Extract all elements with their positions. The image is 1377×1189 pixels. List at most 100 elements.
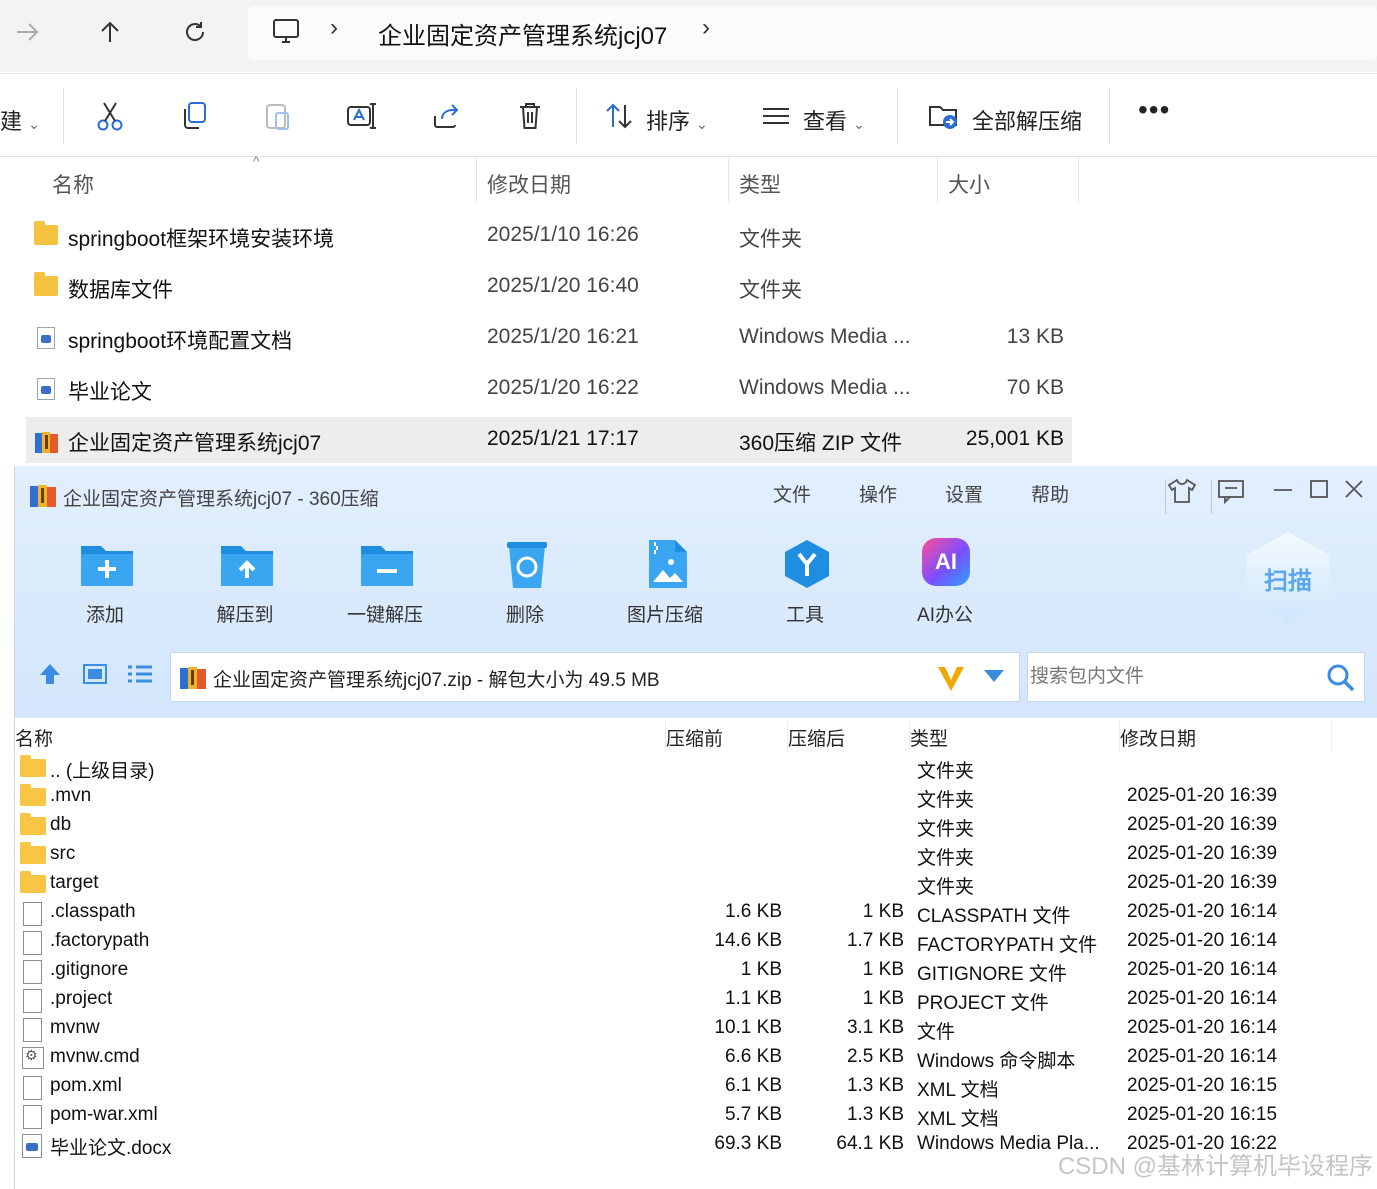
extract-folder-icon[interactable] <box>926 98 962 134</box>
archive-row[interactable]: mvnw 10.1 KB 3.1 KB 文件 2025-01-20 16:14 <box>15 1015 1377 1044</box>
list-view-icon[interactable] <box>127 664 153 684</box>
archive-path-box[interactable]: 企业固定资产管理系统jcj07.zip - 解包大小为 49.5 MB <box>170 652 1020 702</box>
computer-monitor-icon <box>272 17 300 45</box>
archive-row[interactable]: mvnw.cmd 6.6 KB 2.5 KB Windows 命令脚本 2025… <box>15 1044 1377 1073</box>
archive-row[interactable]: .. (上级目录) 文件夹 <box>15 754 1377 783</box>
zip-column-before[interactable]: 压缩前 <box>666 724 723 751</box>
column-divider <box>1119 720 1120 752</box>
file-type: Windows Media ... <box>739 325 911 348</box>
archive-row[interactable]: .gitignore 1 KB 1 KB GITIGNORE 文件 2025-0… <box>15 957 1377 986</box>
column-divider <box>728 157 729 203</box>
file-row[interactable]: 毕业论文 2025/1/20 16:22 Windows Media ... 7… <box>26 366 1072 412</box>
sort-ascending-caret-icon: ^ <box>253 153 260 169</box>
archive-row[interactable]: db 文件夹 2025-01-20 16:39 <box>15 812 1377 841</box>
share-icon[interactable] <box>428 98 464 134</box>
file-row[interactable]: springboot框架环境安装环境 2025/1/10 16:26 文件夹 <box>26 213 1072 259</box>
trash-icon[interactable] <box>512 98 548 134</box>
file-row[interactable]: 数据库文件 2025/1/20 16:40 文件夹 <box>26 264 1072 310</box>
archive-row[interactable]: src 文件夹 2025-01-20 16:39 <box>15 841 1377 870</box>
minimize-icon[interactable] <box>1272 478 1294 500</box>
extract-all-button[interactable]: 全部解压缩 <box>972 104 1082 136</box>
close-icon[interactable] <box>1343 478 1365 500</box>
archive-path-text: 企业固定资产管理系统jcj07.zip - 解包大小为 49.5 MB <box>213 670 660 691</box>
chevron-right-icon[interactable]: › <box>702 14 710 42</box>
thumbnail-view-icon[interactable] <box>83 664 107 684</box>
skin-shirt-icon[interactable] <box>1167 478 1197 504</box>
search-input[interactable] <box>1028 653 1318 701</box>
entry-date: 2025-01-20 16:39 <box>1127 843 1278 864</box>
go-up-arrow-icon[interactable] <box>37 662 63 686</box>
file-icon <box>20 960 46 984</box>
tools-icon <box>779 538 833 588</box>
image-compress-icon <box>639 538 693 588</box>
document-icon <box>34 378 58 400</box>
zip-column-type[interactable]: 类型 <box>910 724 948 751</box>
entry-date: 2025-01-20 16:14 <box>1127 901 1278 922</box>
archive-row[interactable]: pom.xml 6.1 KB 1.3 KB XML 文档 2025-01-20 … <box>15 1073 1377 1102</box>
folder-icon <box>34 221 58 247</box>
column-modified[interactable]: 修改日期 <box>487 169 571 199</box>
chevron-right-icon[interactable]: › <box>330 14 338 42</box>
scan-button[interactable]: 扫描 <box>1247 532 1329 624</box>
paste-icon[interactable] <box>260 98 296 134</box>
menu-operation[interactable]: 操作 <box>859 480 897 507</box>
one-click-extract-button[interactable]: 一键解压 <box>335 538 435 628</box>
file-row-selected[interactable]: 企业固定资产管理系统jcj07 2025/1/21 17:17 360压缩 ZI… <box>26 417 1072 463</box>
tools-button[interactable]: 工具 <box>755 538 855 628</box>
breadcrumb-current-folder[interactable]: 企业固定资产管理系统jcj07 <box>378 16 667 51</box>
archive-row[interactable]: .project 1.1 KB 1 KB PROJECT 文件 2025-01-… <box>15 986 1377 1015</box>
zip-archive-icon <box>34 429 58 453</box>
file-name: springboot环境配置文档 <box>68 330 293 353</box>
zip-column-name[interactable]: 名称 <box>15 724 53 751</box>
ai-office-button[interactable]: AI AI办公 <box>895 538 995 628</box>
archive-row[interactable]: .classpath 1.6 KB 1 KB CLASSPATH 文件 2025… <box>15 899 1377 928</box>
delete-button[interactable]: 删除 <box>475 538 575 628</box>
archive-row[interactable]: pom-war.xml 5.7 KB 1.3 KB XML 文档 2025-01… <box>15 1102 1377 1131</box>
zip-column-modified[interactable]: 修改日期 <box>1120 724 1196 751</box>
cut-icon[interactable] <box>92 98 128 134</box>
view-button[interactable]: 查看 ⌄ <box>803 104 865 136</box>
v-logo-icon[interactable] <box>936 663 966 693</box>
new-button-label[interactable]: 建 ⌄ <box>0 104 40 136</box>
toolbar-divider <box>576 88 577 144</box>
forward-arrow-icon[interactable] <box>6 12 50 52</box>
menu-file[interactable]: 文件 <box>773 480 811 507</box>
watermark: CSDN @基林计算机毕设程序 <box>1057 1153 1373 1180</box>
up-arrow-icon[interactable] <box>88 12 132 52</box>
search-icon[interactable] <box>1326 663 1356 693</box>
entry-type: 文件夹 <box>917 877 975 898</box>
archive-row[interactable]: target 文件夹 2025-01-20 16:39 <box>15 870 1377 899</box>
archive-row[interactable]: .factorypath 14.6 KB 1.7 KB FACTORYPATH … <box>15 928 1377 957</box>
file-date: 2025/1/21 17:17 <box>487 427 639 450</box>
dropdown-triangle-icon[interactable] <box>983 669 1005 683</box>
sort-icon[interactable] <box>601 98 637 134</box>
column-size[interactable]: 大小 <box>948 169 990 199</box>
column-divider <box>665 720 666 752</box>
file-row[interactable]: springboot环境配置文档 2025/1/20 16:21 Windows… <box>26 315 1072 361</box>
column-type[interactable]: 类型 <box>739 169 781 199</box>
search-archive-box[interactable] <box>1027 652 1365 702</box>
zip-column-after[interactable]: 压缩后 <box>788 724 845 751</box>
archive-row[interactable]: .mvn 文件夹 2025-01-20 16:39 <box>15 783 1377 812</box>
more-options-icon[interactable]: ••• <box>1138 94 1170 126</box>
column-name[interactable]: 名称 <box>52 169 94 199</box>
file-type: 文件夹 <box>739 279 802 302</box>
entry-name: .gitignore <box>50 959 129 980</box>
image-compress-button[interactable]: 图片压缩 <box>615 538 715 628</box>
sort-button[interactable]: 排序 ⌄ <box>646 104 708 136</box>
file-size: 13 KB <box>1006 325 1064 348</box>
extract-to-button[interactable]: 解压到 <box>195 538 295 628</box>
rename-icon[interactable] <box>344 98 380 134</box>
feedback-message-icon[interactable] <box>1217 478 1245 504</box>
entry-date: 2025-01-20 16:14 <box>1127 1046 1278 1067</box>
maximize-icon[interactable] <box>1308 478 1330 500</box>
refresh-icon[interactable] <box>173 12 217 52</box>
menu-help[interactable]: 帮助 <box>1031 480 1069 507</box>
delete-icon <box>499 538 553 588</box>
copy-icon[interactable] <box>176 98 212 134</box>
view-list-icon[interactable] <box>758 98 794 134</box>
menu-settings[interactable]: 设置 <box>945 480 983 507</box>
add-button[interactable]: 添加 <box>55 538 155 628</box>
one-click-extract-icon <box>359 538 413 588</box>
entry-date: 2025-01-20 16:39 <box>1127 872 1278 893</box>
